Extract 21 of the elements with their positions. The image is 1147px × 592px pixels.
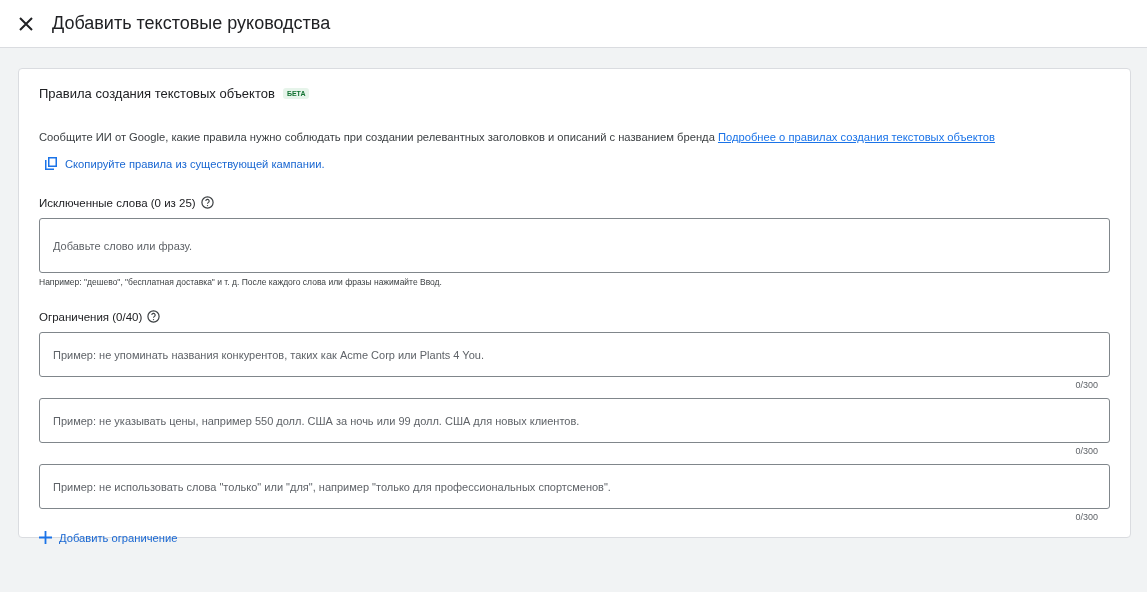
restriction-field[interactable]: Пример: не указывать цены, например 550 долл. США за ночь или 99 долл. США для новых клиентов.: [39, 398, 1110, 443]
copy-rules-link[interactable]: Скопируйте правила из существующей кампании.: [45, 157, 325, 170]
hint-text: Например: "дешево", "бесплатная доставка" и т. д. После каждого слова или фразы нажимайте Ввод.: [39, 277, 443, 287]
character-counter: 0/300: [1075, 446, 1098, 457]
section-title: Правила создания текстовых объектов: [39, 86, 275, 101]
restriction-field[interactable]: Пример: не использовать слова "только" или "для", например "только для профессиональных спортсменов".: [39, 464, 1110, 509]
character-counter: 0/300: [1075, 512, 1098, 523]
plus-icon: [39, 531, 52, 544]
add-restriction-button[interactable]: Добавить ограничение: [39, 531, 178, 544]
page-title: Добавить текстовые руководства: [52, 13, 331, 34]
help-icon[interactable]: [200, 196, 214, 209]
character-counter: 0/300: [1075, 380, 1098, 391]
field-label: Исключенные слова (0 из 25): [39, 196, 196, 209]
copy-icon: [45, 157, 57, 170]
learn-more-link[interactable]: Подробнее о правилах создания текстовых объектов: [717, 131, 995, 143]
help-icon[interactable]: [147, 310, 161, 323]
excluded-words-field[interactable]: Добавьте слово или фразу.: [39, 218, 1110, 273]
close-icon[interactable]: [19, 16, 33, 31]
description-text: Сообщите ИИ от Google, какие правила нужно соблюдать при создании релевантных заголовков и описаний с названием бренда Подробнее о правилах создания текстовых объектов: [39, 131, 996, 143]
field-label: Ограничения (0/40): [39, 310, 143, 323]
restriction-field[interactable]: Пример: не упоминать названия конкурентов, таких как Acme Corp или Plants 4 You.: [39, 332, 1110, 377]
